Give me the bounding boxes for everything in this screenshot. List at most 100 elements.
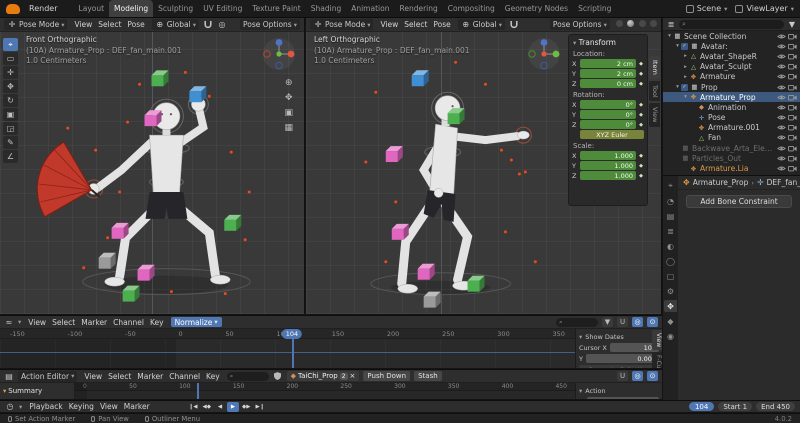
- physics-tab-icon[interactable]: ◉: [664, 330, 677, 342]
- expand-arrow-icon[interactable]: ▾: [3, 387, 6, 395]
- channel-search-input[interactable]: ⌕: [227, 372, 269, 381]
- measure-tool-button[interactable]: ∠: [3, 150, 18, 163]
- workspace-tab-sculpting[interactable]: Sculpting: [153, 0, 198, 18]
- overlay-toggle-icon[interactable]: ⊙: [647, 317, 658, 327]
- action-ruler[interactable]: 050100150200250300350400450: [75, 383, 575, 391]
- graph-sidebar-tab-view[interactable]: View: [652, 330, 662, 350]
- eye-icon[interactable]: [777, 104, 786, 111]
- expand-arrow-icon[interactable]: ▾: [682, 94, 689, 100]
- workspace-tab-uv-editing[interactable]: UV Editing: [198, 0, 247, 18]
- jump-to-end-button[interactable]: ▶❙: [253, 402, 266, 412]
- viewport-menu-select[interactable]: Select: [95, 19, 124, 31]
- graph-menu-channel[interactable]: Channel: [110, 316, 147, 328]
- editor-type-icon[interactable]: ≈: [4, 318, 14, 327]
- eye-icon[interactable]: [777, 63, 786, 70]
- eye-icon[interactable]: [777, 124, 786, 131]
- outliner-item-label[interactable]: Animation: [708, 103, 775, 112]
- user-count-badge[interactable]: 2: [340, 373, 348, 380]
- solid-shading-icon[interactable]: [627, 20, 634, 27]
- stash-button[interactable]: Stash: [414, 371, 442, 381]
- transform-value-field[interactable]: 1.000: [580, 161, 636, 170]
- workspace-tab-texture-paint[interactable]: Texture Paint: [247, 0, 305, 18]
- graph-curve-area[interactable]: [0, 339, 575, 368]
- camera-icon[interactable]: [788, 84, 797, 91]
- panel-collapse-icon[interactable]: ▾: [579, 333, 582, 341]
- expand-arrow-icon[interactable]: ▾: [666, 33, 673, 39]
- bone-constraint-tab-icon[interactable]: ✥: [664, 300, 677, 312]
- object-tab-icon[interactable]: ▢: [664, 270, 677, 282]
- sidebar-tab-tool[interactable]: Tool: [649, 81, 660, 102]
- editor-type-icon[interactable]: ≣: [666, 20, 676, 29]
- outliner-item-label[interactable]: Prop: [701, 83, 775, 92]
- transform-value-field[interactable]: 1.000: [580, 171, 636, 180]
- outliner-row[interactable]: ✥Armature.Lia: [663, 163, 800, 173]
- fan-prop[interactable]: [37, 142, 99, 217]
- cursor-y-field[interactable]: 0.000: [586, 354, 659, 363]
- camera-icon[interactable]: [788, 165, 797, 172]
- wireframe-shading-icon[interactable]: [616, 20, 623, 27]
- camera-icon[interactable]: [788, 145, 797, 152]
- eye-icon[interactable]: [777, 73, 786, 80]
- viewport-side[interactable]: ✛ Pose Mode ▾ ViewSelectPose ⊕ Global ▾ …: [306, 18, 662, 314]
- timeline-menu-playback[interactable]: Playback: [26, 401, 65, 413]
- scene-selector[interactable]: Scene ▾: [686, 4, 728, 13]
- camera-icon[interactable]: [788, 63, 797, 70]
- outliner-item-label[interactable]: Armature.001: [708, 123, 775, 132]
- rotation-mode-field[interactable]: XYZ Euler: [580, 130, 644, 139]
- normalize-toggle[interactable]: Normalize ▾: [171, 317, 222, 327]
- outliner-search-input[interactable]: ⌕: [679, 20, 784, 29]
- view-layer-tab-icon[interactable]: ≣: [664, 225, 677, 237]
- camera-icon[interactable]: [788, 94, 797, 101]
- outliner-item-label[interactable]: Backwave_Arta_Elements: [692, 144, 775, 153]
- push-down-button[interactable]: Push Down: [363, 371, 410, 381]
- sidebar-tab-view[interactable]: View: [649, 103, 660, 126]
- transform-value-field[interactable]: 0°: [580, 110, 636, 119]
- expand-arrow-icon[interactable]: ▾: [674, 84, 681, 90]
- expand-arrow-icon[interactable]: ▾: [674, 43, 681, 49]
- play-button[interactable]: ▶: [227, 402, 239, 412]
- outliner-item-label[interactable]: Fan: [708, 133, 775, 142]
- workspace-tab-geometry-nodes[interactable]: Geometry Nodes: [500, 0, 573, 18]
- outliner-row[interactable]: ▸✥Armature: [663, 72, 800, 82]
- playhead[interactable]: [292, 339, 294, 368]
- outliner-item-label[interactable]: Armature: [700, 72, 775, 81]
- workspace-tab-scripting[interactable]: Scripting: [573, 0, 616, 18]
- frame-start-field[interactable]: Start 1: [718, 402, 752, 411]
- eye-icon[interactable]: [777, 165, 786, 172]
- data-tab-icon[interactable]: ◆: [664, 315, 677, 327]
- transform-value-field[interactable]: 2 cm: [580, 69, 636, 78]
- scene-tab-icon[interactable]: ◐: [664, 240, 677, 252]
- editor-type-icon[interactable]: ▤: [4, 372, 14, 381]
- action-menu-marker[interactable]: Marker: [134, 370, 166, 382]
- outliner-item-label[interactable]: Armature.Lia: [700, 164, 775, 173]
- outliner-row[interactable]: ✛Pose: [663, 113, 800, 123]
- editor-mode-selector[interactable]: Action Editor ▾: [18, 371, 77, 382]
- workspace-tab-shading[interactable]: Shading: [306, 0, 346, 18]
- breadcrumb-bone[interactable]: DEF_fan_main.001: [767, 178, 800, 187]
- keyframe-dot-icon[interactable]: ◆: [638, 81, 644, 87]
- snap-magnet-icon[interactable]: [509, 20, 519, 29]
- outliner-row[interactable]: ▾✓▦Avatar:: [663, 41, 800, 51]
- action-name-field[interactable]: ◆ TaiChi_Prop 2 ×: [287, 371, 360, 381]
- transform-orientation-selector[interactable]: ⊕ Global ▾: [152, 19, 199, 30]
- select-box-tool-button[interactable]: ▭: [3, 52, 18, 65]
- transform-tool-button[interactable]: ◲: [3, 122, 18, 135]
- graph-menu-select[interactable]: Select: [49, 316, 78, 328]
- character-figure[interactable]: [398, 96, 530, 293]
- view-layer-selector[interactable]: ViewLayer ▾: [735, 4, 794, 13]
- rendered-shading-icon[interactable]: [650, 20, 657, 27]
- previous-keyframe-button[interactable]: ◀◆: [201, 402, 213, 412]
- keyframe-lane[interactable]: 050100150200250300350400450: [75, 383, 575, 399]
- outliner-row[interactable]: ▸△Avatar_ShapeR: [663, 51, 800, 61]
- keyframe-dot-icon[interactable]: ◆: [638, 71, 644, 77]
- sidebar-action-name-field[interactable]: TaiChi_Prop: [587, 397, 659, 399]
- outliner-row[interactable]: ▾✥Armature_Prop: [663, 92, 800, 102]
- collection-checkbox[interactable]: ✓: [681, 43, 688, 50]
- filter-icon[interactable]: ▼: [602, 317, 613, 327]
- graph-menu-view[interactable]: View: [25, 316, 49, 328]
- workspace-tab-rendering[interactable]: Rendering: [394, 0, 442, 18]
- viewport-menu-select[interactable]: Select: [401, 19, 430, 31]
- viewport-menu-view[interactable]: View: [71, 19, 95, 31]
- tool-tab-icon[interactable]: ⌖: [664, 180, 677, 192]
- transform-value-field[interactable]: 2 cm: [580, 59, 636, 68]
